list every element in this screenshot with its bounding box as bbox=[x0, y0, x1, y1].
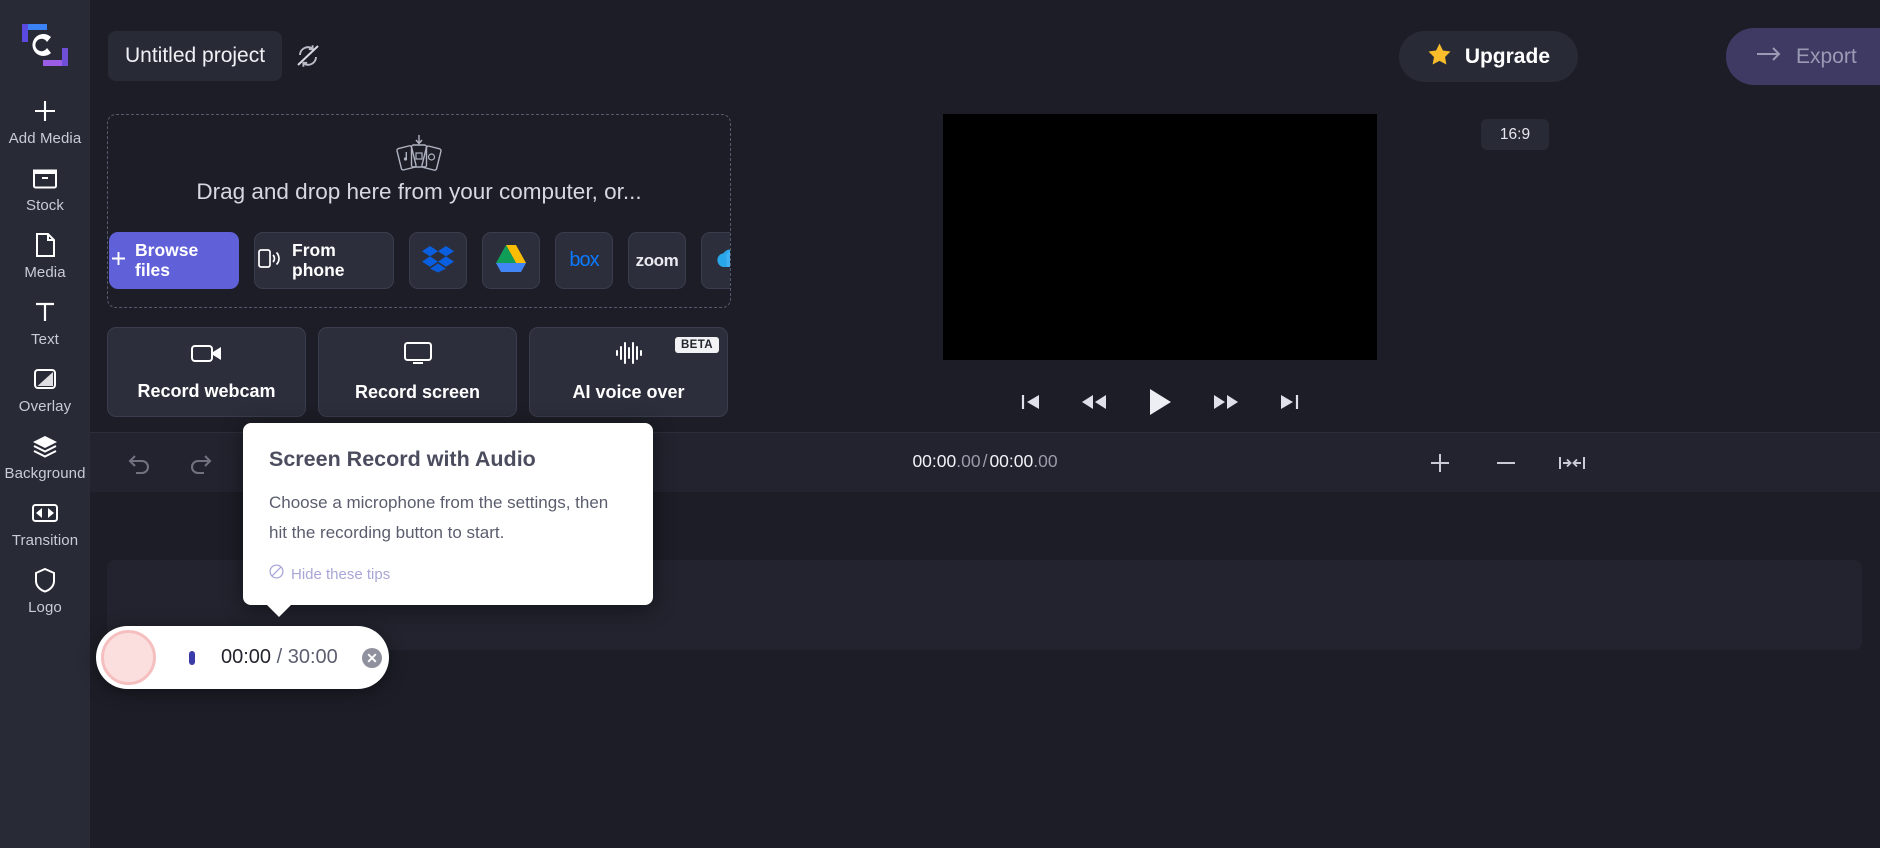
box-icon: box bbox=[569, 249, 599, 271]
sidebar-item-background[interactable]: Background bbox=[0, 431, 90, 482]
recording-timecode: 00:00 / 30:00 bbox=[221, 646, 338, 669]
tips-tooltip: Screen Record with Audio Choose a microp… bbox=[243, 423, 653, 617]
video-preview-stage bbox=[943, 114, 1377, 360]
sidebar-item-stock[interactable]: Stock bbox=[0, 163, 90, 214]
google-drive-icon bbox=[495, 244, 527, 278]
record-screen-label: Record screen bbox=[354, 382, 481, 402]
hide-tips-label: Hide these tips bbox=[291, 565, 391, 583]
status-badge: BETA bbox=[674, 337, 719, 353]
play-button[interactable] bbox=[1146, 387, 1174, 417]
text-t-icon bbox=[32, 297, 58, 327]
google-drive-import-button[interactable] bbox=[482, 232, 540, 289]
sidebar-item-overlay[interactable]: Overlay bbox=[0, 364, 90, 415]
rewind-button[interactable] bbox=[1081, 392, 1107, 412]
recording-separator: / bbox=[276, 646, 283, 668]
record-webcam-button[interactable]: Record webcam bbox=[107, 327, 306, 417]
top-bar: Untitled project Upgrade Export bbox=[90, 0, 1880, 113]
from-phone-button[interactable]: From phone bbox=[254, 232, 394, 289]
left-sidebar: Add Media Stock Media Text Overlay Backg… bbox=[0, 0, 90, 848]
sidebar-item-add-media[interactable]: Add Media bbox=[0, 96, 90, 147]
clipchamp-editor-window: Add Media Stock Media Text Overlay Backg… bbox=[0, 0, 1880, 848]
upgrade-label: Upgrade bbox=[1464, 44, 1550, 68]
record-screen-button[interactable]: Record screen bbox=[318, 327, 517, 417]
total-frames: .00 bbox=[1033, 451, 1058, 471]
audio-level-meter bbox=[189, 650, 195, 665]
media-dropzone[interactable]: Drag and drop here from your computer, o… bbox=[107, 114, 731, 308]
layers-icon bbox=[31, 431, 59, 461]
upgrade-button[interactable]: Upgrade bbox=[1398, 31, 1578, 82]
skip-to-end-button[interactable] bbox=[1278, 392, 1300, 412]
aspect-ratio-button[interactable]: 16:9 bbox=[1481, 119, 1549, 150]
overlay-square-icon bbox=[32, 364, 58, 394]
plus-icon bbox=[32, 96, 58, 126]
box-import-button[interactable]: box bbox=[555, 232, 613, 289]
browse-files-button[interactable]: Browse files bbox=[109, 232, 239, 289]
current-time: 00:00 bbox=[912, 451, 957, 471]
sidebar-item-label: Transition bbox=[11, 532, 79, 549]
onedrive-icon bbox=[713, 247, 730, 274]
playback-controls bbox=[1020, 382, 1300, 422]
import-source-row: Browse files From phone box zoom bbox=[108, 232, 730, 289]
fast-forward-button[interactable] bbox=[1213, 392, 1239, 412]
zoom-icon: zoom bbox=[635, 250, 679, 270]
sidebar-item-label: Text bbox=[31, 331, 59, 348]
sidebar-item-logo[interactable]: Logo bbox=[0, 565, 90, 616]
dropzone-text: Drag and drop here from your computer, o… bbox=[196, 179, 642, 204]
zoom-in-button[interactable] bbox=[1420, 443, 1460, 483]
total-time: 00:00 bbox=[989, 451, 1034, 471]
waveform-icon bbox=[615, 341, 643, 370]
recording-duration: 30:00 bbox=[287, 646, 338, 668]
sidebar-item-label: Overlay bbox=[18, 398, 72, 415]
project-title-chip[interactable]: Untitled project bbox=[108, 31, 283, 81]
zoom-out-button[interactable] bbox=[1486, 443, 1526, 483]
phone-wifi-icon bbox=[255, 245, 281, 276]
video-camera-icon bbox=[190, 342, 223, 369]
monitor-icon bbox=[403, 341, 433, 370]
no-entry-icon bbox=[269, 564, 284, 584]
current-frames: .00 bbox=[956, 451, 981, 471]
tooltip-tail bbox=[266, 604, 292, 617]
stock-archive-icon bbox=[32, 163, 58, 193]
hide-tips-button[interactable]: Hide these tips bbox=[269, 564, 627, 584]
sidebar-item-label: Logo bbox=[28, 599, 62, 616]
page-title: Untitled project bbox=[125, 44, 266, 67]
ai-voice-over-label: AI voice over bbox=[572, 382, 685, 402]
record-options-row: Record webcam Record screen BETA AI voic… bbox=[107, 327, 728, 417]
record-webcam-label: Record webcam bbox=[137, 381, 276, 401]
clipchamp-logo[interactable] bbox=[17, 16, 73, 74]
close-circle-icon[interactable] bbox=[360, 646, 384, 670]
star-icon bbox=[1427, 42, 1452, 71]
dropbox-import-button[interactable] bbox=[409, 232, 467, 289]
sidebar-item-label: Background bbox=[4, 465, 86, 482]
tooltip-title: Screen Record with Audio bbox=[269, 447, 536, 471]
export-button[interactable]: Export bbox=[1726, 28, 1880, 85]
plus-icon bbox=[110, 250, 127, 272]
transition-icon bbox=[31, 498, 59, 528]
browse-files-label: Browse files bbox=[135, 239, 199, 280]
fit-to-width-button[interactable] bbox=[1552, 443, 1592, 483]
recording-elapsed: 00:00 bbox=[221, 646, 272, 668]
record-circle-icon[interactable] bbox=[101, 630, 156, 685]
arrow-right-icon bbox=[1756, 46, 1782, 67]
sidebar-item-label: Stock bbox=[25, 197, 64, 214]
tooltip-body: Choose a microphone from the settings, t… bbox=[269, 493, 609, 542]
sidebar-item-text[interactable]: Text bbox=[0, 297, 90, 348]
screen-recorder-widget: 00:00 / 30:00 bbox=[96, 626, 389, 689]
shield-icon bbox=[33, 565, 57, 595]
sidebar-item-media[interactable]: Media bbox=[0, 230, 90, 281]
export-label: Export bbox=[1796, 44, 1857, 68]
sidebar-item-transition[interactable]: Transition bbox=[0, 498, 90, 549]
file-page-icon bbox=[33, 230, 57, 260]
zoom-import-button[interactable]: zoom bbox=[628, 232, 686, 289]
sync-off-icon[interactable] bbox=[295, 43, 321, 69]
from-phone-label: From phone bbox=[292, 239, 345, 280]
dropbox-icon bbox=[421, 243, 455, 278]
onedrive-import-button[interactable] bbox=[701, 232, 730, 289]
sidebar-item-label: Media bbox=[24, 264, 66, 281]
skip-to-start-button[interactable] bbox=[1020, 392, 1042, 412]
ai-voice-over-button[interactable]: BETA AI voice over bbox=[529, 327, 728, 417]
sidebar-item-label: Add Media bbox=[8, 130, 82, 147]
media-cards-download-icon bbox=[388, 133, 450, 182]
